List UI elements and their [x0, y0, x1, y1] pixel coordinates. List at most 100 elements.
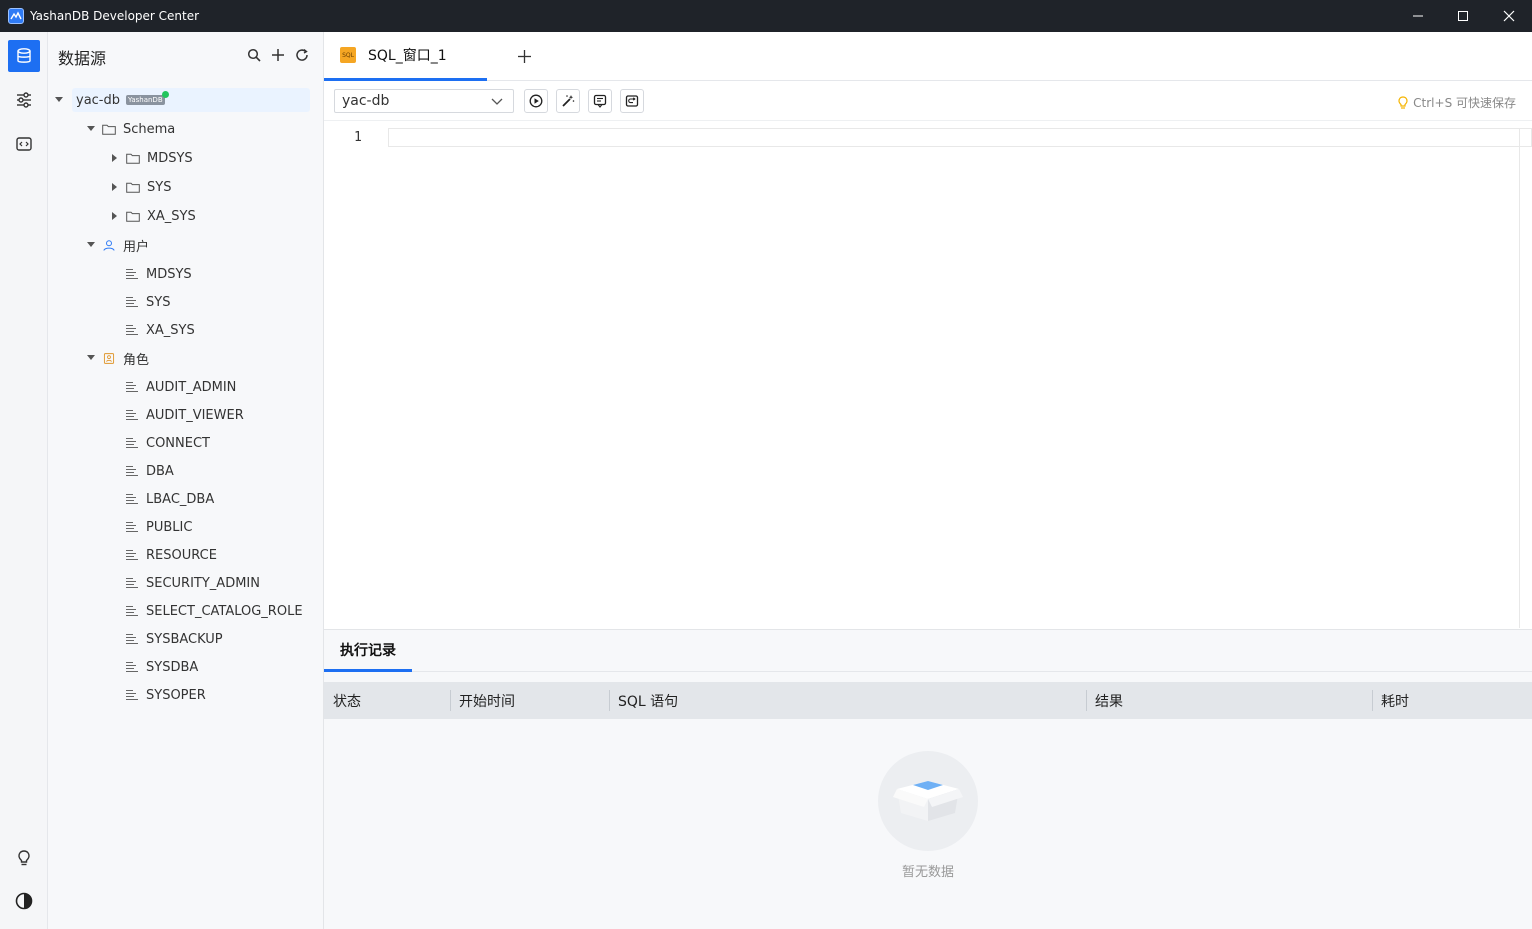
- maximize-button[interactable]: [1440, 0, 1486, 32]
- run-button[interactable]: [524, 89, 548, 113]
- tips-nav-button[interactable]: [8, 842, 40, 874]
- column-header-result[interactable]: 结果: [1095, 682, 1123, 719]
- datasource-sidebar: 数据源 yac-db YashanDB Schema MDSYS SYS XA_…: [48, 32, 324, 929]
- tree-node-roles[interactable]: 角色: [86, 346, 149, 370]
- tree-node-role[interactable]: DBA: [126, 459, 174, 483]
- tree-node-role[interactable]: SYSOPER: [126, 683, 206, 707]
- list-icon: [126, 522, 138, 532]
- current-line-highlight[interactable]: [388, 128, 1532, 147]
- tree-node-role[interactable]: RESOURCE: [126, 543, 217, 567]
- list-icon: [126, 438, 138, 448]
- editor-toolbar: yac-db Ctrl+S 可快速保存: [324, 81, 1532, 121]
- theme-toggle-button[interactable]: [8, 885, 40, 917]
- tree-node-label: XA_SYS: [146, 322, 195, 338]
- tree-node-label: SELECT_CATALOG_ROLE: [146, 603, 303, 619]
- caret-down-icon[interactable]: [86, 124, 96, 134]
- column-header-duration[interactable]: 耗时: [1381, 682, 1409, 719]
- tree-node-role[interactable]: SELECT_CATALOG_ROLE: [126, 599, 303, 623]
- history-button[interactable]: [620, 89, 644, 113]
- search-icon[interactable]: [245, 46, 263, 64]
- play-circle-icon: [529, 94, 543, 108]
- datasource-select[interactable]: yac-db: [334, 89, 514, 113]
- lightbulb-icon: [1398, 95, 1408, 109]
- tree-node-users[interactable]: 用户: [86, 233, 149, 257]
- new-tab-plus-icon[interactable]: [514, 46, 534, 66]
- column-header-sql[interactable]: SQL 语句: [618, 682, 678, 719]
- editor-scrollbar[interactable]: [1519, 128, 1520, 628]
- list-icon: [126, 410, 138, 420]
- caret-right-icon[interactable]: [110, 153, 120, 163]
- format-button[interactable]: [556, 89, 580, 113]
- tree-node-label: SYSDBA: [146, 659, 199, 675]
- app-logo-icon: [8, 8, 24, 24]
- column-resizer[interactable]: [1086, 690, 1087, 711]
- explain-button[interactable]: [588, 89, 612, 113]
- column-resizer[interactable]: [609, 690, 610, 711]
- tree-node-label: LBAC_DBA: [146, 491, 215, 507]
- tree-node-role[interactable]: PUBLIC: [126, 515, 192, 539]
- folder-icon: [126, 211, 140, 222]
- tab-sql-window-1[interactable]: SQL SQL_窗口_1: [324, 32, 487, 81]
- tab-execution-history[interactable]: 执行记录: [324, 630, 412, 672]
- list-icon: [126, 578, 138, 588]
- caret-down-icon[interactable]: [54, 95, 64, 105]
- empty-state: 暂无数据: [878, 751, 978, 880]
- tree-node-schema-xa-sys[interactable]: XA_SYS: [110, 204, 196, 228]
- sidebar-title: 数据源: [58, 49, 107, 68]
- settings-nav-button[interactable]: [8, 84, 40, 116]
- tree-node-role[interactable]: SYSDBA: [126, 655, 198, 679]
- code-nav-button[interactable]: [8, 128, 40, 160]
- caret-right-icon[interactable]: [110, 211, 120, 221]
- caret-down-icon[interactable]: [86, 240, 96, 250]
- tree-node-schema-sys[interactable]: SYS: [110, 175, 171, 199]
- tree-node-user-xa-sys[interactable]: XA_SYS: [126, 318, 195, 342]
- column-resizer[interactable]: [1372, 690, 1373, 711]
- tab-label: SQL_窗口_1: [368, 48, 447, 64]
- tree-node-yac-db[interactable]: yac-db YashanDB: [55, 88, 310, 112]
- tree-node-role[interactable]: SYSBACKUP: [126, 627, 223, 651]
- tree-node-label: SYS: [147, 179, 172, 195]
- magic-wand-icon: [562, 95, 575, 107]
- tree-node-role[interactable]: LBAC_DBA: [126, 487, 214, 511]
- sliders-icon: [17, 92, 31, 108]
- folder-icon: [126, 153, 140, 164]
- column-header-status[interactable]: 状态: [333, 682, 361, 719]
- refresh-icon[interactable]: [293, 46, 311, 64]
- tree-node-role[interactable]: AUDIT_VIEWER: [126, 403, 244, 427]
- minimize-button[interactable]: [1395, 0, 1441, 32]
- column-header-start-time[interactable]: 开始时间: [459, 682, 515, 719]
- caret-right-icon[interactable]: [110, 182, 120, 192]
- db-type-badge: YashanDB: [126, 91, 169, 105]
- datasource-nav-button[interactable]: [8, 40, 40, 72]
- folder-icon: [126, 182, 140, 193]
- datasource-select-value: yac-db: [342, 93, 390, 109]
- lightbulb-icon: [18, 850, 30, 866]
- tree-node-role[interactable]: CONNECT: [126, 431, 210, 455]
- add-icon[interactable]: [269, 46, 287, 64]
- tree-node-schema[interactable]: Schema: [86, 117, 175, 141]
- tree-node-label: AUDIT_VIEWER: [146, 407, 244, 423]
- caret-down-icon[interactable]: [86, 353, 96, 363]
- list-icon: [126, 325, 138, 335]
- list-icon: [126, 634, 138, 644]
- tree-node-role[interactable]: AUDIT_ADMIN: [126, 375, 236, 399]
- tree-node-label: RESOURCE: [146, 547, 217, 563]
- tree-node-label: SECURITY_ADMIN: [146, 575, 260, 591]
- tree-node-label: SYS: [146, 294, 171, 310]
- list-icon: [126, 297, 138, 307]
- tree-node-label: AUDIT_ADMIN: [146, 379, 237, 395]
- close-button[interactable]: [1486, 0, 1532, 32]
- tree-node-label: DBA: [146, 463, 174, 479]
- folder-icon: [102, 124, 116, 135]
- tree-node-user-mdsys[interactable]: MDSYS: [126, 262, 192, 286]
- tree-node-role[interactable]: SECURITY_ADMIN: [126, 571, 260, 595]
- tree-node-user-sys[interactable]: SYS: [126, 290, 170, 314]
- tree-node-schema-mdsys[interactable]: MDSYS: [110, 146, 193, 170]
- main-panel: SQL SQL_窗口_1 yac-db Ctrl+S 可快速保存 1 执行记录 …: [324, 32, 1532, 929]
- empty-state-text: 暂无数据: [901, 865, 954, 880]
- export-icon: [625, 95, 639, 107]
- list-icon: [126, 382, 138, 392]
- column-resizer[interactable]: [450, 690, 451, 711]
- list-icon: [126, 550, 138, 560]
- sql-editor[interactable]: 1: [324, 122, 1532, 629]
